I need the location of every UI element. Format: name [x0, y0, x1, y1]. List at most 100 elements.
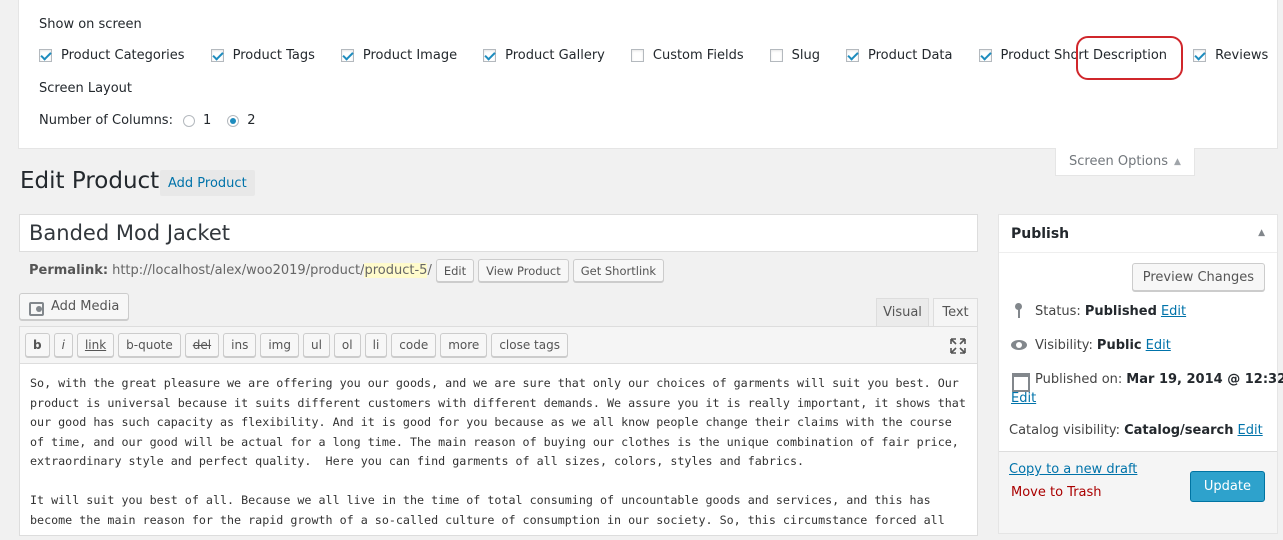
qt-ul-button[interactable]: ul	[302, 333, 330, 357]
publish-header[interactable]: Publish ▲	[999, 215, 1277, 253]
status-value: Published	[1084, 303, 1157, 319]
qt-blockquote-button[interactable]: b-quote	[118, 333, 181, 357]
qt-del-button[interactable]: del	[184, 333, 220, 357]
edit-date-link[interactable]: Edit	[1011, 391, 1036, 406]
checkbox-custom-fields[interactable]: Custom Fields	[630, 48, 744, 63]
checkbox[interactable]	[483, 49, 497, 62]
checkbox-product-data[interactable]: Product Data	[845, 48, 953, 63]
update-button[interactable]: Update	[1189, 471, 1265, 502]
checkbox-label: Custom Fields	[652, 48, 744, 63]
published-on-row: Published on: Mar 19, 2014 @ 12:32	[1011, 371, 1283, 392]
publish-box: Publish ▲ Preview Changes Status: Publis…	[998, 214, 1283, 534]
collapse-arrow-icon[interactable]: ▲	[1258, 228, 1265, 238]
checkbox[interactable]	[210, 49, 224, 62]
qt-close-tags-button[interactable]: close tags	[491, 333, 568, 357]
checkbox[interactable]	[1193, 49, 1207, 62]
catalog-visibility-row: Catalog visibility: Catalog/search Edit	[1009, 423, 1263, 438]
screen-options-tab-label: Screen Options	[1069, 154, 1169, 169]
permalink-base: http://localhost/alex/woo2019/product/	[112, 263, 365, 278]
radio-columns-2[interactable]	[227, 114, 240, 127]
tab-text[interactable]: Text	[933, 298, 978, 326]
visibility-label: Visibility:	[1035, 337, 1093, 353]
edit-catalog-visibility-link[interactable]: Edit	[1238, 423, 1263, 438]
checkbox-label: Product Gallery	[505, 48, 605, 63]
view-product-button[interactable]: View Product	[478, 259, 569, 282]
quicktags-toolbar: b i link b-quote del ins img ul ol li co…	[20, 327, 977, 364]
screen-options-panel: Show on screen Product Categories Produc…	[18, 0, 1278, 149]
checkbox-product-categories[interactable]: Product Categories	[39, 48, 185, 63]
eye-icon	[1011, 337, 1027, 353]
catalog-visibility-label: Catalog visibility:	[1009, 423, 1121, 438]
checkbox[interactable]	[39, 49, 52, 62]
radio-columns-1[interactable]	[182, 114, 195, 127]
qt-link-button[interactable]: link	[76, 333, 115, 357]
pin-icon	[1011, 303, 1027, 319]
edit-visibility-link[interactable]: Edit	[1146, 338, 1171, 353]
permalink-end: /	[427, 263, 432, 278]
checkbox-reviews[interactable]: Reviews	[1193, 48, 1268, 63]
status-row: Status: Published Edit	[1011, 303, 1186, 319]
preview-changes-button[interactable]: Preview Changes	[1131, 263, 1265, 291]
reviews-highlight-annotation	[1076, 36, 1183, 80]
columns-label: Number of Columns:	[39, 113, 173, 128]
checkbox-product-tags[interactable]: Product Tags	[210, 48, 315, 63]
qt-li-button[interactable]: li	[364, 333, 388, 357]
checkbox-label: Product Tags	[232, 48, 315, 63]
visibility-row: Visibility: Public Edit	[1011, 337, 1171, 353]
add-media-button[interactable]: Add Media	[19, 293, 130, 320]
published-on-value: Mar 19, 2014 @ 12:32	[1126, 371, 1283, 387]
permalink-slug[interactable]: product-5	[364, 263, 428, 278]
calendar-icon	[1011, 371, 1030, 392]
status-label: Status:	[1035, 303, 1081, 319]
edit-permalink-button[interactable]: Edit	[435, 259, 475, 282]
checkbox-product-gallery[interactable]: Product Gallery	[483, 48, 605, 63]
checkbox-label: Product Data	[867, 48, 953, 63]
qt-code-button[interactable]: code	[391, 333, 437, 357]
product-title-input[interactable]: Banded Mod Jacket	[19, 214, 978, 252]
show-on-screen-heading: Show on screen	[39, 17, 142, 32]
checkbox[interactable]	[769, 49, 783, 62]
checkbox-product-image[interactable]: Product Image	[340, 48, 458, 63]
checkbox-label: Product Image	[362, 48, 458, 63]
checkbox-slug[interactable]: Slug	[769, 48, 820, 63]
caret-up-icon: ▲	[1174, 156, 1181, 167]
checkbox[interactable]	[845, 49, 859, 62]
media-icon	[29, 300, 45, 316]
qt-img-button[interactable]: img	[260, 333, 299, 357]
publish-actions: Copy to a new draft Move to Trash Update	[999, 451, 1277, 533]
published-on-label: Published on:	[1035, 371, 1123, 387]
qt-bold-button[interactable]: b	[25, 333, 50, 357]
catalog-visibility-value: Catalog/search	[1124, 423, 1234, 438]
checkbox-label: Product Categories	[61, 48, 185, 63]
publish-title: Publish	[1011, 225, 1070, 242]
screen-layout-heading: Screen Layout	[39, 81, 133, 96]
checkbox[interactable]	[630, 49, 644, 62]
fullscreen-icon[interactable]	[950, 338, 966, 354]
qt-italic-button[interactable]: i	[53, 333, 73, 357]
get-shortlink-button[interactable]: Get Shortlink	[572, 259, 665, 282]
screen-options-tab[interactable]: Screen Options ▲	[1055, 148, 1195, 176]
move-to-trash-link[interactable]: Move to Trash	[1011, 485, 1102, 500]
checkbox-label: Slug	[791, 48, 820, 63]
add-product-button[interactable]: Add Product	[160, 170, 255, 196]
edit-date-row: Edit	[1007, 391, 1036, 406]
text-editor: b i link b-quote del ins img ul ol li co…	[19, 326, 978, 536]
qt-more-button[interactable]: more	[440, 333, 488, 357]
permalink-label: Permalink:	[29, 263, 109, 278]
add-media-label: Add Media	[51, 299, 120, 314]
page-title: Edit Product	[20, 168, 160, 194]
editor-content-textarea[interactable]: So, with the great pleasure we are offer…	[20, 364, 977, 540]
columns-row: Number of Columns: 1 2	[39, 113, 256, 128]
radio-label-1: 1	[202, 113, 212, 128]
tab-visual[interactable]: Visual	[876, 298, 929, 326]
radio-label-2: 2	[247, 113, 256, 128]
copy-to-draft-link[interactable]: Copy to a new draft	[1009, 462, 1137, 477]
qt-ins-button[interactable]: ins	[223, 333, 257, 357]
checkbox[interactable]	[340, 49, 354, 62]
checkbox[interactable]	[978, 49, 992, 62]
permalink-row: Permalink: http://localhost/alex/woo2019…	[29, 259, 665, 282]
checkbox-label: Reviews	[1215, 48, 1269, 63]
qt-ol-button[interactable]: ol	[333, 333, 361, 357]
edit-status-link[interactable]: Edit	[1161, 304, 1186, 319]
visibility-value: Public	[1096, 337, 1142, 353]
